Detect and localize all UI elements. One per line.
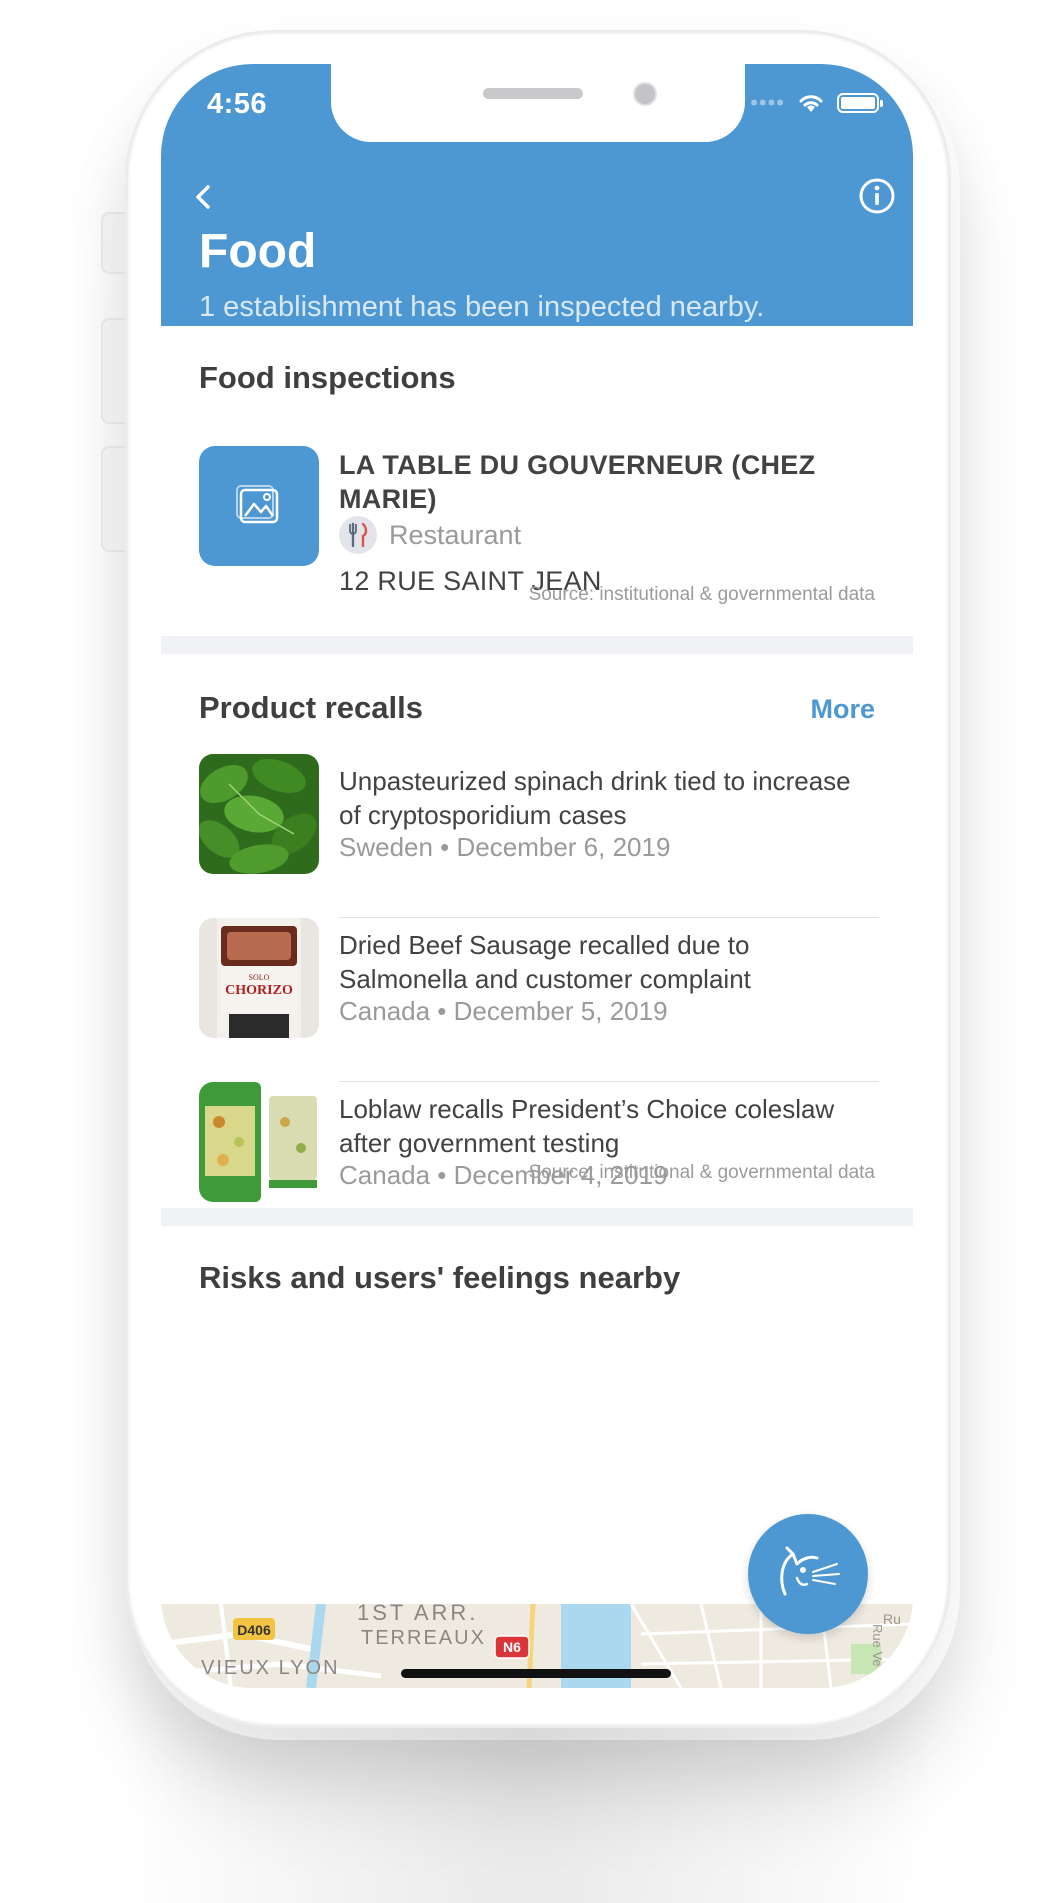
device-notch — [331, 64, 745, 142]
battery-icon — [837, 93, 883, 113]
food-inspections-card: Food inspections LA TABLE DU GOUVERNEUR … — [161, 326, 913, 636]
map-label-n6: N6 — [503, 1639, 521, 1655]
recall-title: Loblaw recalls President’s Choice colesl… — [339, 1094, 835, 1158]
more-link[interactable]: More — [810, 694, 875, 725]
section-title: Food inspections — [199, 360, 456, 395]
page-subtitle: 1 establishment has been inspected nearb… — [199, 291, 765, 323]
section-title: Product recalls — [199, 690, 423, 725]
product-brand-text: SOLO — [249, 973, 270, 982]
front-camera — [633, 82, 657, 106]
map-label-d406: D406 — [237, 1622, 271, 1638]
chorizo-thumbnail: SOLO CHORIZO — [199, 918, 319, 1038]
coleslaw-thumbnail — [199, 1082, 319, 1202]
back-chevron-icon[interactable] — [189, 182, 219, 212]
speaker-grille — [483, 88, 583, 99]
establishment-thumbnail[interactable] — [199, 446, 319, 566]
status-icons: •••• — [750, 90, 883, 116]
status-time: 4:56 — [207, 88, 268, 120]
product-name-text: CHORIZO — [225, 983, 293, 998]
signal-icon: •••• — [750, 90, 785, 115]
image-placeholder-icon — [236, 485, 279, 524]
map-label-street-vertical: Rue Ve — [870, 1624, 885, 1667]
establishment-name[interactable]: LA TABLE DU GOUVERNEUR (CHEZ MARIE) — [339, 448, 869, 516]
recall-meta: Sweden • December 6, 2019 — [339, 832, 671, 862]
app-screen: 4:56 •••• Food 1 establishment has been … — [161, 64, 913, 1688]
recall-meta: Canada • December 5, 2019 — [339, 996, 668, 1026]
map-label-district: 1ST ARR. — [357, 1604, 478, 1625]
recall-title: Dried Beef Sausage recalled due to Salmo… — [339, 930, 751, 994]
product-recalls-card: Product recalls More Unpasteurized spina… — [161, 654, 913, 1208]
data-source-note: Source: institutional & governmental dat… — [528, 1162, 875, 1183]
map-label-terreaux: TERREAUX — [361, 1627, 486, 1649]
wifi-icon — [799, 95, 823, 112]
recall-title: Unpasteurized spinach drink tied to incr… — [339, 766, 851, 830]
home-indicator[interactable] — [401, 1669, 671, 1678]
data-source-note: Source: institutional & governmental dat… — [528, 584, 875, 605]
restaurant-icon — [339, 516, 377, 554]
cat-mascot-icon — [780, 1546, 840, 1596]
mascot-action-button[interactable] — [748, 1514, 868, 1634]
section-title: Risks and users' feelings nearby — [199, 1260, 681, 1295]
page-title: Food — [199, 225, 317, 278]
establishment-type: Restaurant — [389, 520, 522, 550]
recall-item[interactable]: Unpasteurized spinach drink tied to incr… — [199, 754, 879, 918]
recall-item[interactable]: SOLO CHORIZO Dried Beef Sausage recalled… — [199, 918, 879, 1082]
map-label-vieux-lyon: VIEUX LYON — [201, 1657, 340, 1679]
spinach-thumbnail — [199, 754, 319, 874]
info-icon[interactable] — [857, 176, 897, 216]
